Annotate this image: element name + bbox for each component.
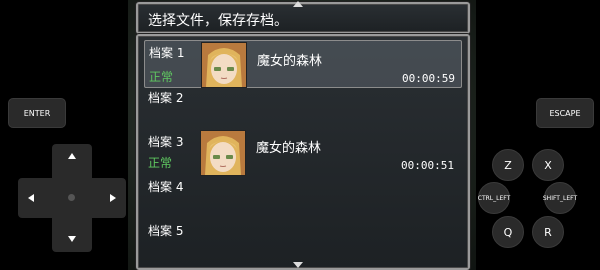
save-slot-2[interactable]: 档案 2 (144, 86, 460, 130)
z-button[interactable]: Z (492, 149, 524, 181)
slot-label: 档案 2 (148, 91, 184, 105)
q-button[interactable]: Q (492, 216, 524, 248)
character-portrait (200, 130, 246, 176)
r-button[interactable]: R (532, 216, 564, 248)
enter-button[interactable]: ENTER (8, 98, 66, 128)
escape-button[interactable]: ESCAPE (536, 98, 594, 128)
x-button-label: X (544, 158, 552, 172)
q-button-label: Q (503, 225, 513, 239)
slot-label: 档案 3 (148, 135, 184, 149)
character-portrait (201, 42, 247, 88)
slot-title: 魔女的森林 (257, 54, 323, 69)
save-slot-list: 档案 1 正常 魔女的森林 00:00:59 档案 2 档案 3 正常 魔女的森… (136, 34, 470, 270)
scroll-up-arrow-icon[interactable] (293, 1, 303, 7)
slot-status: 正常 (149, 70, 174, 84)
save-slot-5[interactable]: 档案 5 (144, 220, 460, 264)
dpad-down-icon[interactable] (68, 236, 76, 242)
ctrl-left-button-label: CTRL_LEFT (477, 194, 511, 202)
escape-button-label: ESCAPE (549, 108, 581, 118)
prompt-window: 选择文件，保存存档。 (136, 2, 470, 34)
dpad-left-icon[interactable] (28, 194, 34, 202)
slot-label: 档案 1 (149, 46, 185, 60)
slot-playtime: 00:00:51 (401, 159, 454, 172)
dpad-right-icon[interactable] (110, 194, 116, 202)
prompt-text: 选择文件，保存存档。 (148, 13, 288, 29)
slot-label: 档案 4 (148, 180, 184, 194)
dpad-up-icon[interactable] (68, 153, 76, 159)
r-button-label: R (544, 225, 552, 239)
dpad-center (68, 194, 75, 201)
z-button-label: Z (504, 158, 512, 172)
save-slot-3[interactable]: 档案 3 正常 魔女的森林 00:00:51 (144, 130, 460, 176)
shift-left-button-label: SHIFT_LEFT (542, 194, 578, 202)
enter-button-label: ENTER (23, 108, 51, 118)
slot-title: 魔女的森林 (256, 141, 322, 156)
x-button[interactable]: X (532, 149, 564, 181)
ctrl-left-button[interactable]: CTRL_LEFT (478, 182, 510, 214)
slot-label: 档案 5 (148, 224, 184, 238)
slot-playtime: 00:00:59 (402, 72, 455, 85)
save-slot-4[interactable]: 档案 4 (144, 176, 460, 220)
scroll-down-arrow-icon[interactable] (293, 262, 303, 268)
save-slot-1[interactable]: 档案 1 正常 魔女的森林 00:00:59 (144, 40, 462, 88)
shift-left-button[interactable]: SHIFT_LEFT (542, 182, 578, 214)
slot-status: 正常 (148, 156, 173, 170)
